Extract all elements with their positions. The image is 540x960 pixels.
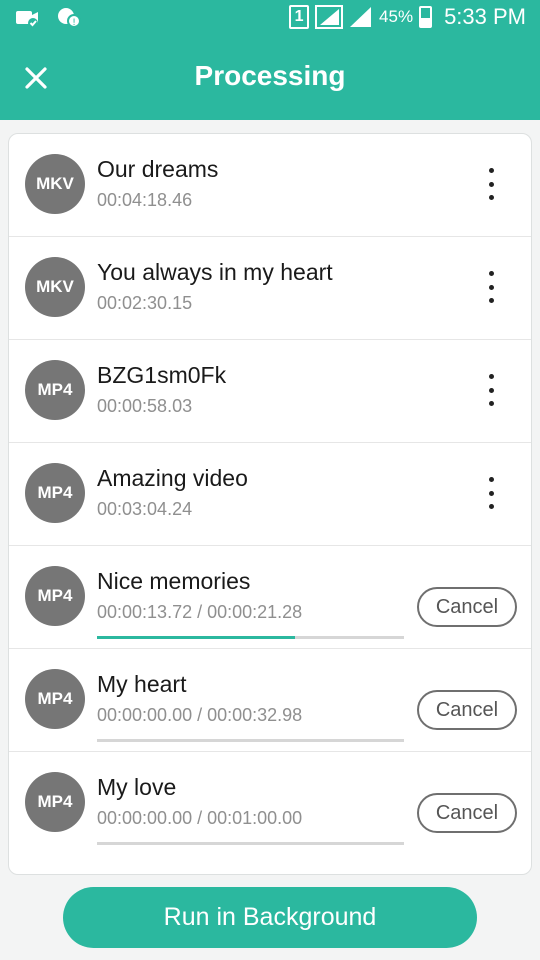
more-options-icon[interactable] bbox=[479, 477, 503, 509]
format-badge: MP4 bbox=[25, 360, 85, 420]
list-item[interactable]: MP4 BZG1sm0Fk 00:00:58.03 bbox=[9, 340, 531, 443]
item-title: BZG1sm0Fk bbox=[97, 362, 227, 388]
item-duration: 00:00:58.03 bbox=[97, 396, 193, 416]
list-item: MP4 My love 00:00:00.00 / 00:01:00.00 Ca… bbox=[9, 752, 531, 855]
run-in-background-button[interactable]: Run in Background bbox=[63, 887, 477, 948]
processing-list: MKV Our dreams 00:04:18.46 MKV You alway… bbox=[8, 133, 532, 875]
list-item[interactable]: MP4 Amazing video 00:03:04.24 bbox=[9, 443, 531, 546]
signal-strength-icon bbox=[347, 5, 373, 29]
item-duration: 00:04:18.46 bbox=[97, 190, 193, 210]
svg-text:!: ! bbox=[72, 18, 76, 28]
progress-bar bbox=[97, 842, 404, 845]
progress-fill bbox=[97, 636, 295, 639]
clock: 5:33 PM bbox=[444, 4, 526, 29]
format-badge: MKV bbox=[25, 154, 85, 214]
format-badge: MP4 bbox=[25, 772, 85, 832]
app-bar: Processing bbox=[0, 36, 540, 120]
cancel-button[interactable]: Cancel bbox=[417, 587, 517, 627]
battery-icon bbox=[419, 6, 433, 28]
status-bar: ! 1 45% 5:33 PM bbox=[0, 0, 540, 36]
item-progress-text: 00:00:13.72 / 00:00:21.28 bbox=[97, 602, 303, 622]
page-title: Processing bbox=[194, 60, 346, 91]
video-notification-icon bbox=[14, 6, 40, 30]
item-title: Our dreams bbox=[97, 156, 219, 182]
item-title: Amazing video bbox=[97, 465, 248, 491]
format-badge: MKV bbox=[25, 257, 85, 317]
battery-fill bbox=[421, 17, 431, 26]
list-item[interactable]: MKV Our dreams 00:04:18.46 bbox=[9, 134, 531, 237]
list-item: MP4 Nice memories 00:00:13.72 / 00:00:21… bbox=[9, 546, 531, 649]
item-progress-text: 00:00:00.00 / 00:00:32.98 bbox=[97, 705, 303, 725]
format-badge: MP4 bbox=[25, 669, 85, 729]
chat-notification-icon: ! bbox=[56, 6, 82, 30]
format-badge: MP4 bbox=[25, 463, 85, 523]
signal-icon bbox=[315, 5, 344, 29]
list-item: MP4 My heart 00:00:00.00 / 00:00:32.98 C… bbox=[9, 649, 531, 752]
item-duration: 00:03:04.24 bbox=[97, 499, 193, 519]
item-title: Nice memories bbox=[97, 568, 251, 594]
more-options-icon[interactable] bbox=[479, 168, 503, 200]
item-title: My love bbox=[97, 774, 177, 800]
sim-indicator: 1 bbox=[289, 5, 310, 29]
battery-percent: 45% bbox=[379, 7, 414, 26]
cancel-button[interactable]: Cancel bbox=[417, 690, 517, 730]
item-progress-text: 00:00:00.00 / 00:01:00.00 bbox=[97, 808, 303, 828]
list-item[interactable]: MKV You always in my heart 00:02:30.15 bbox=[9, 237, 531, 340]
item-title: My heart bbox=[97, 671, 187, 697]
format-badge: MP4 bbox=[25, 566, 85, 626]
progress-bar bbox=[97, 636, 404, 639]
more-options-icon[interactable] bbox=[479, 374, 503, 406]
progress-bar bbox=[97, 739, 404, 742]
item-duration: 00:02:30.15 bbox=[97, 293, 193, 313]
cancel-button[interactable]: Cancel bbox=[417, 793, 517, 833]
item-title: You always in my heart bbox=[97, 259, 333, 285]
more-options-icon[interactable] bbox=[479, 271, 503, 303]
